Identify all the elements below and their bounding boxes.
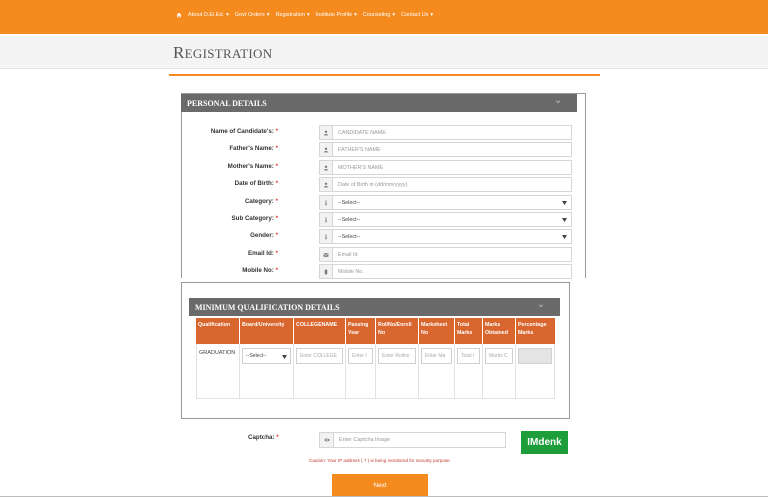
field-label: Mother's Name: * xyxy=(227,163,278,170)
nav-item-counseling[interactable]: Counseling ▾ xyxy=(363,12,395,18)
marksheet-no-input[interactable]: Enter Ma xyxy=(421,348,452,364)
field-label: Gender: * xyxy=(250,232,278,239)
captcha-input[interactable]: Enter Captcha Image xyxy=(334,432,506,448)
user-icon xyxy=(319,160,333,175)
home-icon xyxy=(176,12,182,18)
info-icon xyxy=(319,229,333,244)
mobile-row: Mobile No: * Mobile No. xyxy=(200,264,572,279)
chevron-down-icon: ▾ xyxy=(392,12,396,18)
column-header: Marks Obtained xyxy=(483,318,516,344)
column-header: Marksheet No xyxy=(419,318,455,344)
user-icon xyxy=(319,142,333,157)
nav-item-registration[interactable]: Registration ▾ xyxy=(276,12,310,18)
captcha-image: IMdenk xyxy=(521,431,568,454)
title-bar xyxy=(0,36,768,69)
qualification-table-header: Qualification Board/University COLLEGENA… xyxy=(196,318,555,344)
column-header: Qualification xyxy=(196,318,240,344)
user-icon xyxy=(319,125,333,140)
chevron-down-icon: ▾ xyxy=(306,12,310,18)
nav-home[interactable] xyxy=(176,12,182,18)
sub-category-row: Sub Category: * --Select-- xyxy=(200,212,572,227)
nav-item-contact-us[interactable]: Contact Us ▾ xyxy=(401,12,433,18)
board-cell: --Select-- xyxy=(240,344,294,399)
field-label: Mobile No: * xyxy=(242,267,278,274)
total-cell: Total I xyxy=(455,344,483,399)
captcha-label: Captcha: * xyxy=(248,434,279,441)
caret-down-icon xyxy=(282,355,287,359)
board-select[interactable]: --Select-- xyxy=(242,348,291,364)
envelope-icon xyxy=(319,247,333,262)
sub-category-select[interactable]: --Select-- xyxy=(333,212,572,227)
obtained-cell: Marks C xyxy=(483,344,516,399)
column-header: RollNo/Enroll No xyxy=(376,318,419,344)
nav-item-institute-profile[interactable]: Institute Profile ▾ xyxy=(316,12,357,18)
field-label: Category: * xyxy=(244,198,278,205)
chevron-down-icon xyxy=(555,100,561,104)
caret-down-icon xyxy=(562,201,567,205)
info-icon xyxy=(319,212,333,227)
caret-down-icon xyxy=(562,235,567,239)
chevron-down-icon xyxy=(538,304,544,308)
security-caution: Caution: Your IP address ( ? ) is being … xyxy=(309,458,451,463)
user-icon xyxy=(319,177,333,192)
column-header: Percentage Marks xyxy=(516,318,555,344)
percentage-cell xyxy=(516,344,555,399)
candidate-name-input[interactable]: CANDIDATE NAME xyxy=(333,125,572,140)
column-header: Passing Year xyxy=(346,318,376,344)
field-label: Sub Category: * xyxy=(231,215,278,222)
total-marks-input[interactable]: Total I xyxy=(457,348,480,364)
personal-details-header[interactable]: PERSONAL DETAILS xyxy=(181,94,577,112)
eye-icon xyxy=(319,432,334,448)
field-label: Email Id: * xyxy=(248,250,278,257)
caret-down-icon xyxy=(562,218,567,222)
divider xyxy=(0,496,768,497)
qualification-header[interactable]: MINIMUM QUALIFICATION DETAILS xyxy=(189,298,560,316)
gender-row: Gender: * --Select-- xyxy=(200,229,572,244)
nav-item-govt-orders[interactable]: Govt Orders ▾ xyxy=(235,12,270,18)
info-icon xyxy=(319,195,333,210)
nav-item-about[interactable]: About D.El.Ed. ▾ xyxy=(188,12,229,18)
field-label: Date of Birth: * xyxy=(234,180,278,187)
table-row: GRADUATION --Select-- Enter COLLEGE Ente… xyxy=(196,344,555,399)
father-name-row: Father's Name: * FATHER'S NAME xyxy=(200,142,572,157)
dob-row: Date of Birth: * Date of Birth in (dd/mm… xyxy=(200,177,572,192)
field-label: Father's Name: * xyxy=(229,145,278,152)
chevron-down-icon: ▾ xyxy=(430,12,434,18)
chevron-down-icon: ▾ xyxy=(354,12,357,18)
email-input[interactable]: Email Id xyxy=(333,247,572,262)
phone-icon xyxy=(319,264,333,279)
category-select[interactable]: --Select-- xyxy=(333,195,572,210)
column-header: COLLEGENAME xyxy=(294,318,346,344)
field-label: Name of Candidate's: * xyxy=(210,128,278,135)
dob-input[interactable]: Date of Birth in (dd/mm/yyyy) xyxy=(333,177,572,192)
year-cell: Enter I xyxy=(346,344,376,399)
title-underline xyxy=(169,74,600,76)
passing-year-input[interactable]: Enter I xyxy=(348,348,373,364)
percentage-input xyxy=(518,348,552,364)
college-cell: Enter COLLEGE xyxy=(294,344,346,399)
gender-select[interactable]: --Select-- xyxy=(333,229,572,244)
candidate-name-row: Name of Candidate's: * CANDIDATE NAME xyxy=(200,125,572,140)
main-nav: About D.El.Ed. ▾ Govt Orders ▾ Registratio… xyxy=(176,12,433,18)
roll-cell: Enter Rollno xyxy=(376,344,419,399)
column-header: Total Marks xyxy=(455,318,483,344)
mother-name-input[interactable]: MOTHER'S NAME xyxy=(333,160,572,175)
qualification-cell: GRADUATION xyxy=(196,344,240,399)
category-row: Category: * --Select-- xyxy=(200,195,572,210)
chevron-down-icon: ▾ xyxy=(266,12,270,18)
mobile-input[interactable]: Mobile No. xyxy=(333,264,572,279)
roll-no-input[interactable]: Enter Rollno xyxy=(378,348,416,364)
father-name-input[interactable]: FATHER'S NAME xyxy=(333,142,572,157)
marks-obtained-input[interactable]: Marks C xyxy=(485,348,513,364)
mother-name-row: Mother's Name: * MOTHER'S NAME xyxy=(200,160,572,175)
college-input[interactable]: Enter COLLEGE xyxy=(296,348,343,364)
marksheet-cell: Enter Ma xyxy=(419,344,455,399)
email-row: Email Id: * Email Id xyxy=(200,247,572,262)
column-header: Board/University xyxy=(240,318,294,344)
next-button[interactable]: Next xyxy=(332,474,428,496)
chevron-down-icon: ▾ xyxy=(226,12,229,18)
page-title: REGISTRATION xyxy=(173,43,273,62)
